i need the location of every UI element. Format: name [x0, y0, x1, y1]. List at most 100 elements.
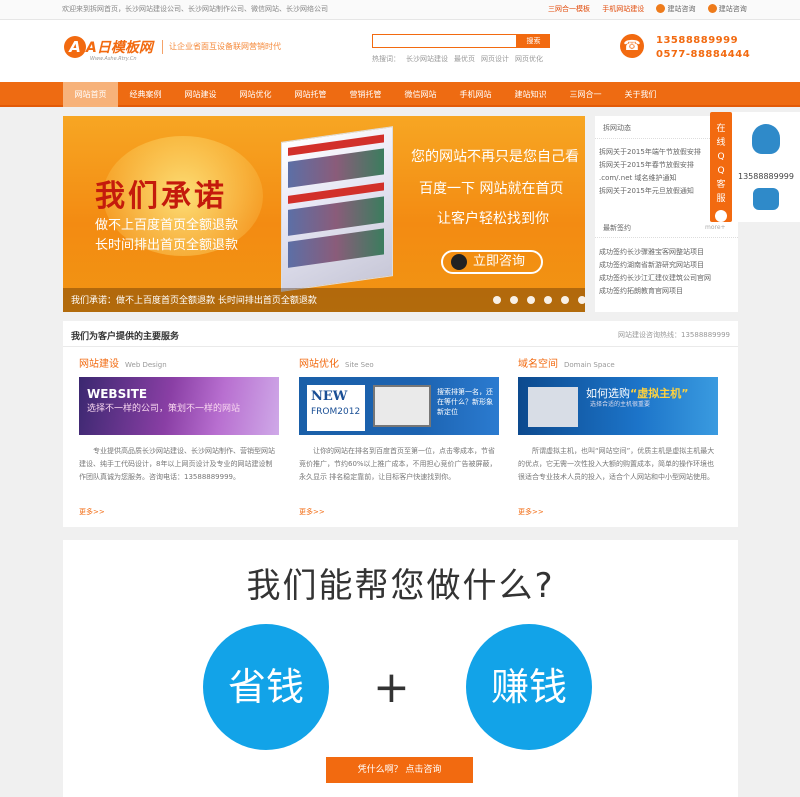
- signing-item[interactable]: 成功签约长沙骤雅宝客网整站项目: [599, 246, 711, 259]
- news-item[interactable]: .com/.net 域名维护通知: [599, 172, 701, 185]
- top-link-consult[interactable]: 建站咨询: [656, 4, 695, 13]
- service-subtitle: Web Design: [125, 361, 167, 369]
- nav-about[interactable]: 关于我们: [613, 82, 668, 107]
- signing-item[interactable]: 成功签约长沙江汇建仪建筑公司官网: [599, 272, 711, 285]
- header: A A日模板网 Www.Ashe.Rtry.Cn 让企业省面互设备联网营销时代 …: [0, 20, 800, 82]
- plus-sign: +: [373, 662, 410, 713]
- nav-three-in-one[interactable]: 三网合一: [558, 82, 613, 107]
- top-bar: 欢迎来到拆网首页，长沙网站建设公司、长沙网站制作公司、微信网站、长沙网络公司 三…: [0, 0, 800, 20]
- services-hotline: 网站建设咨询热线：13588889999: [618, 331, 730, 339]
- nav-home[interactable]: 网站首页: [63, 82, 118, 107]
- phone-numbers: 13588889999 0577-88884444: [656, 34, 750, 62]
- slider-dot[interactable]: [544, 296, 552, 304]
- hotwords: 热搜词： 长沙网站建设 最优页 网页设计 网页优化: [372, 54, 549, 64]
- online-qq-panel: 13588889999: [732, 112, 800, 222]
- services-header: 我们为客户提供的主要服务 网站建设咨询热线：13588889999: [63, 321, 738, 347]
- service-image[interactable]: 如何选购“虚拟主机” 选择合适的主机很重要: [518, 377, 718, 435]
- hotword-link[interactable]: 网页设计: [481, 55, 509, 63]
- phone-landline: 0577-88884444: [656, 49, 751, 60]
- more-link[interactable]: more+: [705, 224, 726, 231]
- image-panel: NEW FROM2012: [307, 385, 365, 431]
- telephone-icon[interactable]: [753, 188, 779, 210]
- service-title[interactable]: 网站建设: [79, 359, 119, 370]
- service-card-web-design: 网站建设 Web Design WEBSITE 选择不一样的公司，策划不一样的网站…: [79, 355, 279, 516]
- banner-screenshots: [281, 126, 393, 292]
- slider-dot[interactable]: [578, 296, 585, 304]
- banner-headline-1: 您的网站不再只是您自己看: [411, 149, 579, 165]
- top-link-mobile[interactable]: 手机网站建设: [602, 5, 644, 13]
- hotword-link[interactable]: 最优页: [454, 55, 475, 63]
- banner-headline-2: 百度一下 网站就在首页: [419, 181, 564, 197]
- logo-name: A日模板网: [86, 40, 153, 56]
- nav-cases[interactable]: 经典案例: [118, 82, 173, 107]
- search-button[interactable]: 搜索: [517, 34, 550, 48]
- nav-hosting[interactable]: 网站托管: [283, 82, 338, 107]
- service-more-link[interactable]: 更多>>: [518, 507, 544, 517]
- screenshot-block: [288, 148, 384, 188]
- image-text: NEW: [311, 389, 348, 404]
- slogan: 让企业省面互设备联网营销时代: [162, 40, 281, 54]
- nav-seo[interactable]: 网站优化: [228, 82, 283, 107]
- nav-wechat[interactable]: 微信网站: [393, 82, 448, 107]
- logo-mark: A: [64, 36, 86, 58]
- welcome-text: 欢迎来到拆网首页，长沙网站建设公司、长沙网站制作公司、微信网站、长沙网络公司: [62, 5, 328, 13]
- server-icon: [528, 387, 578, 427]
- service-more-link[interactable]: 更多>>: [299, 507, 325, 517]
- service-title[interactable]: 域名空间: [518, 359, 558, 370]
- help-section: 我们能帮您做什么? 省钱 + 赚钱 凭什么啊？ 点击咨询: [63, 540, 738, 797]
- service-card-domain: 域名空间 Domain Space 如何选购“虚拟主机” 选择合适的主机很重要 所…: [518, 355, 718, 516]
- search-input[interactable]: [372, 34, 517, 48]
- service-image[interactable]: NEW FROM2012 搜索排第一名，还在等什么？新形象 新定位: [299, 377, 499, 435]
- side-phone-number: 13588889999: [738, 172, 794, 181]
- signing-item[interactable]: 成功签约湖南省新游研究网站项目: [599, 259, 711, 272]
- slider-dot[interactable]: [527, 296, 535, 304]
- nav-knowledge[interactable]: 建站知识: [503, 82, 558, 107]
- qq-icon: [451, 254, 467, 270]
- signing-list: 成功签约长沙骤雅宝客网整站项目 成功签约湖南省新游研究网站项目 成功签约长沙江汇…: [599, 246, 711, 298]
- phone-mobile: 13588889999: [656, 35, 739, 46]
- online-qq-label: 在线QQ客服: [716, 124, 726, 204]
- slider-dot[interactable]: [493, 296, 501, 304]
- news-item[interactable]: 拆网关于2015年元旦放假通知: [599, 185, 701, 198]
- news-list: 拆网关于2015年端午节放假安排 拆网关于2015年春节放假安排 .com/.n…: [599, 146, 701, 198]
- nav-mobile[interactable]: 手机网站: [448, 82, 503, 107]
- divider: [595, 237, 738, 238]
- hotword-link[interactable]: 网页优化: [515, 55, 543, 63]
- service-more-link[interactable]: 更多>>: [79, 507, 105, 517]
- slider-dot[interactable]: [510, 296, 518, 304]
- nav-marketing[interactable]: 营销托管: [338, 82, 393, 107]
- main-nav: 网站首页 经典案例 网站建设 网站优化 网站托管 营销托管 微信网站 手机网站 …: [0, 82, 800, 107]
- logo[interactable]: A A日模板网 Www.Ashe.Rtry.Cn: [64, 36, 160, 66]
- news-title: 拆网动态: [603, 124, 631, 132]
- service-description: 专业提供高品质长沙网站建设、长沙网站制作、营销型网站建设、纯手工代码设计，8年以…: [79, 447, 275, 481]
- make-money-circle: 赚钱: [466, 624, 592, 750]
- service-description: 所谓虚拟主机，也叫“网站空间”，优质主机是虚拟主机最大的优点，它无需一次性投入大…: [518, 447, 715, 481]
- signing-title: 最新签约: [603, 224, 631, 232]
- image-text: FROM2012: [311, 407, 361, 417]
- top-link-consult-2[interactable]: 建站咨询: [707, 4, 747, 13]
- service-title[interactable]: 网站优化: [299, 359, 339, 370]
- nav-site-build[interactable]: 网站建设: [173, 82, 228, 107]
- consult-cta-button[interactable]: 凭什么啊？ 点击咨询: [326, 757, 473, 783]
- service-description: 让你的网站在排名到百度首页至第一位，点击零成本，节省竞价推广，节约60%以上推广…: [299, 447, 497, 481]
- signing-item[interactable]: 成功签约拓朗教育官网项目: [599, 285, 711, 298]
- hotwords-label: 热搜词：: [372, 55, 400, 63]
- services-section: 我们为客户提供的主要服务 网站建设咨询热线：13588889999 网站建设 We…: [63, 321, 738, 527]
- save-money-circle: 省钱: [203, 624, 329, 750]
- hero-banner[interactable]: 我们承诺 做不上百度首页全额退款 长时间排出首页全额退款 您的网站不再只是您自己…: [63, 116, 585, 312]
- person-icon: [715, 210, 727, 222]
- banner-sub2: 长时间排出首页全额退款: [95, 238, 239, 253]
- hotword-link[interactable]: 长沙网站建设: [406, 55, 448, 63]
- screenshot-block: [288, 228, 384, 268]
- qq-icon[interactable]: [752, 124, 780, 154]
- slider-dot[interactable]: [561, 296, 569, 304]
- service-image[interactable]: WEBSITE 选择不一样的公司，策划不一样的网站: [79, 377, 279, 435]
- news-item[interactable]: 拆网关于2015年端午节放假安排: [599, 146, 701, 159]
- top-links: 三网合一模板 手机网站建设 建站咨询 建站咨询: [548, 4, 757, 14]
- top-link-three-in-one[interactable]: 三网合一模板: [548, 5, 590, 13]
- user-icon: [707, 4, 717, 13]
- banner-sub1: 做不上百度首页全额退款: [95, 218, 239, 233]
- news-item[interactable]: 拆网关于2015年春节放假安排: [599, 159, 701, 172]
- banner-consult-button[interactable]: 立即咨询: [441, 250, 543, 274]
- online-qq-tab[interactable]: 在线QQ客服: [710, 112, 732, 222]
